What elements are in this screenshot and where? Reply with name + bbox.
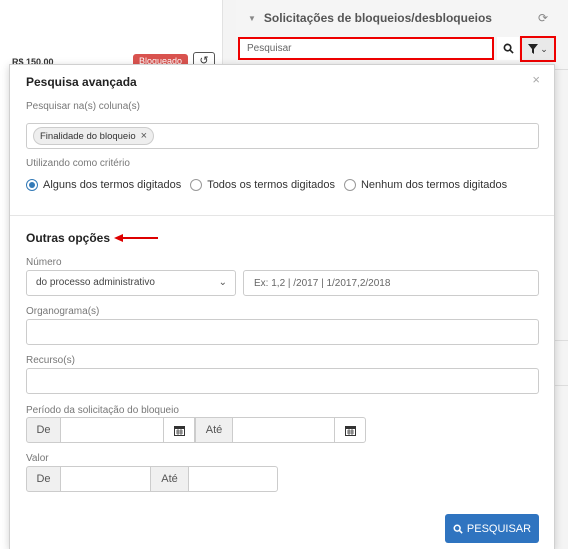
radio-option-no-terms[interactable]: Nenhum dos termos digitados xyxy=(343,179,508,191)
calendar-icon xyxy=(344,425,356,436)
caret-down-icon: ▼ xyxy=(248,13,256,23)
search-submit-label: PESQUISAR xyxy=(466,522,532,535)
popover-title: Pesquisa avançada xyxy=(26,75,137,89)
numero-label: Número xyxy=(26,257,62,268)
columns-label: Pesquisar na(s) coluna(s) xyxy=(26,101,140,112)
search-submit-button[interactable]: PESQUISAR xyxy=(445,514,539,543)
criteria-radio-group: Alguns dos termos digitados Todos os ter… xyxy=(26,179,516,191)
numero-type-value: do processo administrativo xyxy=(36,277,155,288)
filter-toggle-button[interactable]: ⌄ xyxy=(520,36,556,62)
filter-icon xyxy=(528,44,539,54)
calendar-icon xyxy=(173,425,185,436)
valor-ate-addon: Até xyxy=(150,466,189,492)
chevron-down-icon: ⌄ xyxy=(218,277,227,288)
periodo-de-addon: De xyxy=(26,417,61,443)
search-icon xyxy=(453,524,463,534)
organograma-input[interactable] xyxy=(26,319,539,345)
recurso-label: Recurso(s) xyxy=(26,355,75,366)
valor-de-input[interactable] xyxy=(60,466,151,492)
radio-option-all-terms[interactable]: Todos os termos digitados xyxy=(190,179,335,191)
refresh-icon[interactable]: ⟳ xyxy=(538,11,548,25)
periodo-label: Período da solicitação do bloqueio xyxy=(26,405,179,416)
chip-remove-icon[interactable]: × xyxy=(141,130,147,142)
radio-selected[interactable] xyxy=(26,179,38,191)
search-input[interactable] xyxy=(238,37,494,60)
section-divider xyxy=(10,215,554,216)
columns-multiselect[interactable]: Finalidade do bloqueio × xyxy=(26,123,539,149)
organograma-label: Organograma(s) xyxy=(26,306,100,317)
radio-option-some-terms[interactable]: Alguns dos termos digitados xyxy=(26,179,181,191)
numero-type-select[interactable]: do processo administrativo ⌄ xyxy=(26,270,236,296)
periodo-ate-input[interactable] xyxy=(232,417,335,443)
chevron-down-icon: ⌄ xyxy=(540,43,548,54)
radio-label: Alguns dos termos digitados xyxy=(43,179,182,191)
arrow-left-icon xyxy=(114,234,158,242)
radio-label: Nenhum dos termos digitados xyxy=(360,179,508,191)
calendar-button[interactable] xyxy=(334,417,366,443)
valor-label: Valor xyxy=(26,453,49,464)
numero-input[interactable] xyxy=(243,270,539,296)
column-chip-label: Finalidade do bloqueio xyxy=(40,130,136,142)
column-chip: Finalidade do bloqueio × xyxy=(33,127,155,145)
radio-unselected[interactable] xyxy=(190,179,203,191)
periodo-de-input[interactable] xyxy=(60,417,164,443)
criteria-label: Utilizando como critério xyxy=(26,158,130,169)
radio-unselected[interactable] xyxy=(343,179,356,191)
valor-de-addon: De xyxy=(26,466,61,492)
periodo-ate-addon: Até xyxy=(195,417,233,443)
other-options-title: Outras opções xyxy=(26,231,111,245)
calendar-button[interactable] xyxy=(163,417,195,443)
search-button[interactable] xyxy=(497,37,519,60)
radio-label: Todos os termos digitados xyxy=(207,179,335,191)
recurso-input[interactable] xyxy=(26,368,539,394)
advanced-search-popover: Pesquisa avançada × Pesquisar na(s) colu… xyxy=(9,64,555,549)
valor-ate-input[interactable] xyxy=(188,466,278,492)
search-icon xyxy=(503,43,514,54)
panel-header[interactable]: ▼ Solicitações de bloqueios/desbloqueios xyxy=(236,0,568,36)
panel-title: Solicitações de bloqueios/desbloqueios xyxy=(263,11,492,25)
close-icon[interactable]: × xyxy=(532,72,540,87)
